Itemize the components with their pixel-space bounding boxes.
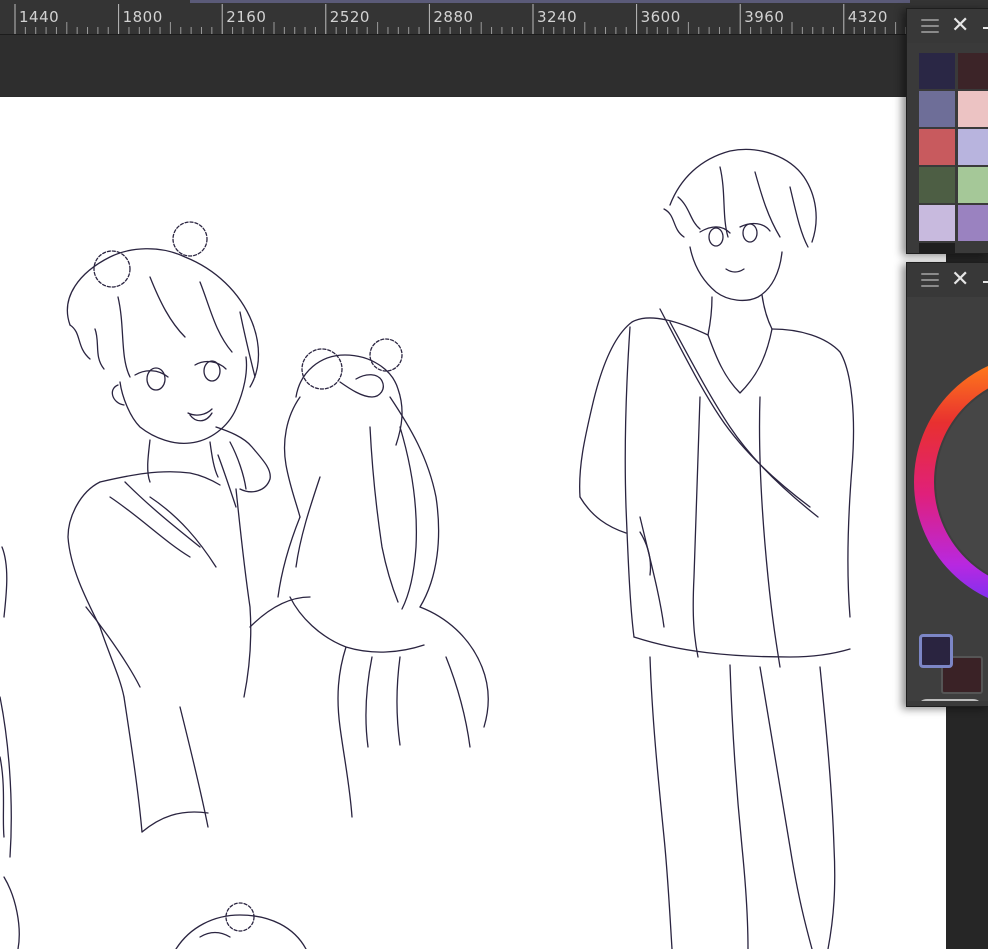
- minimize-icon[interactable]: [983, 27, 988, 29]
- main-color-swatch[interactable]: [919, 634, 953, 668]
- color-swatch[interactable]: [919, 129, 955, 165]
- color-swatch[interactable]: [919, 53, 955, 89]
- color-wheel-area[interactable]: [907, 297, 988, 701]
- figure-bottom-partial: [175, 902, 307, 949]
- color-swatch[interactable]: [958, 129, 988, 165]
- ruler-label: 4320: [847, 8, 888, 26]
- color-swatch[interactable]: [958, 91, 988, 127]
- ruler-label: 2520: [329, 8, 370, 26]
- minimize-icon[interactable]: [983, 281, 988, 283]
- figure-boy-right: [579, 148, 855, 949]
- hamburger-icon[interactable]: [921, 273, 939, 287]
- color-swatch[interactable]: [919, 205, 955, 241]
- figure-girl-middle: [249, 338, 489, 818]
- color-swatch[interactable]: [919, 243, 955, 253]
- color-swatch[interactable]: [919, 167, 955, 203]
- color-swatch[interactable]: [958, 167, 988, 203]
- ruler-label: 3960: [744, 8, 785, 26]
- color-swatch[interactable]: [919, 91, 955, 127]
- ruler-label: 2880: [433, 8, 474, 26]
- transparent-color-button[interactable]: [917, 699, 983, 701]
- toolbar-strip: [0, 35, 988, 96]
- hamburger-icon[interactable]: [921, 19, 939, 33]
- ruler-label: 3240: [537, 8, 578, 26]
- ruler-label: 2160: [226, 8, 267, 26]
- drawing-canvas[interactable]: [0, 97, 946, 949]
- color-swatch[interactable]: [958, 205, 988, 241]
- close-icon[interactable]: ✕: [951, 268, 969, 292]
- color-wheel-panel-header: ✕: [907, 263, 988, 297]
- figure-boy-left: [66, 221, 271, 833]
- color-set-panel: ✕: [906, 8, 988, 254]
- ruler-label: 1800: [122, 8, 163, 26]
- color-wheel-panel: ✕: [906, 262, 988, 707]
- sketch-artwork: [0, 148, 855, 949]
- horizontal-ruler[interactable]: 1440 1800 2160 2520 2880 3240 3600 3960 4320: [0, 0, 988, 35]
- color-set-panel-header: ✕: [907, 9, 988, 43]
- ruler-label: 3600: [640, 8, 681, 26]
- ruler-label: 1440: [19, 8, 60, 26]
- close-icon[interactable]: ✕: [951, 14, 969, 38]
- color-swatch[interactable]: [958, 53, 988, 89]
